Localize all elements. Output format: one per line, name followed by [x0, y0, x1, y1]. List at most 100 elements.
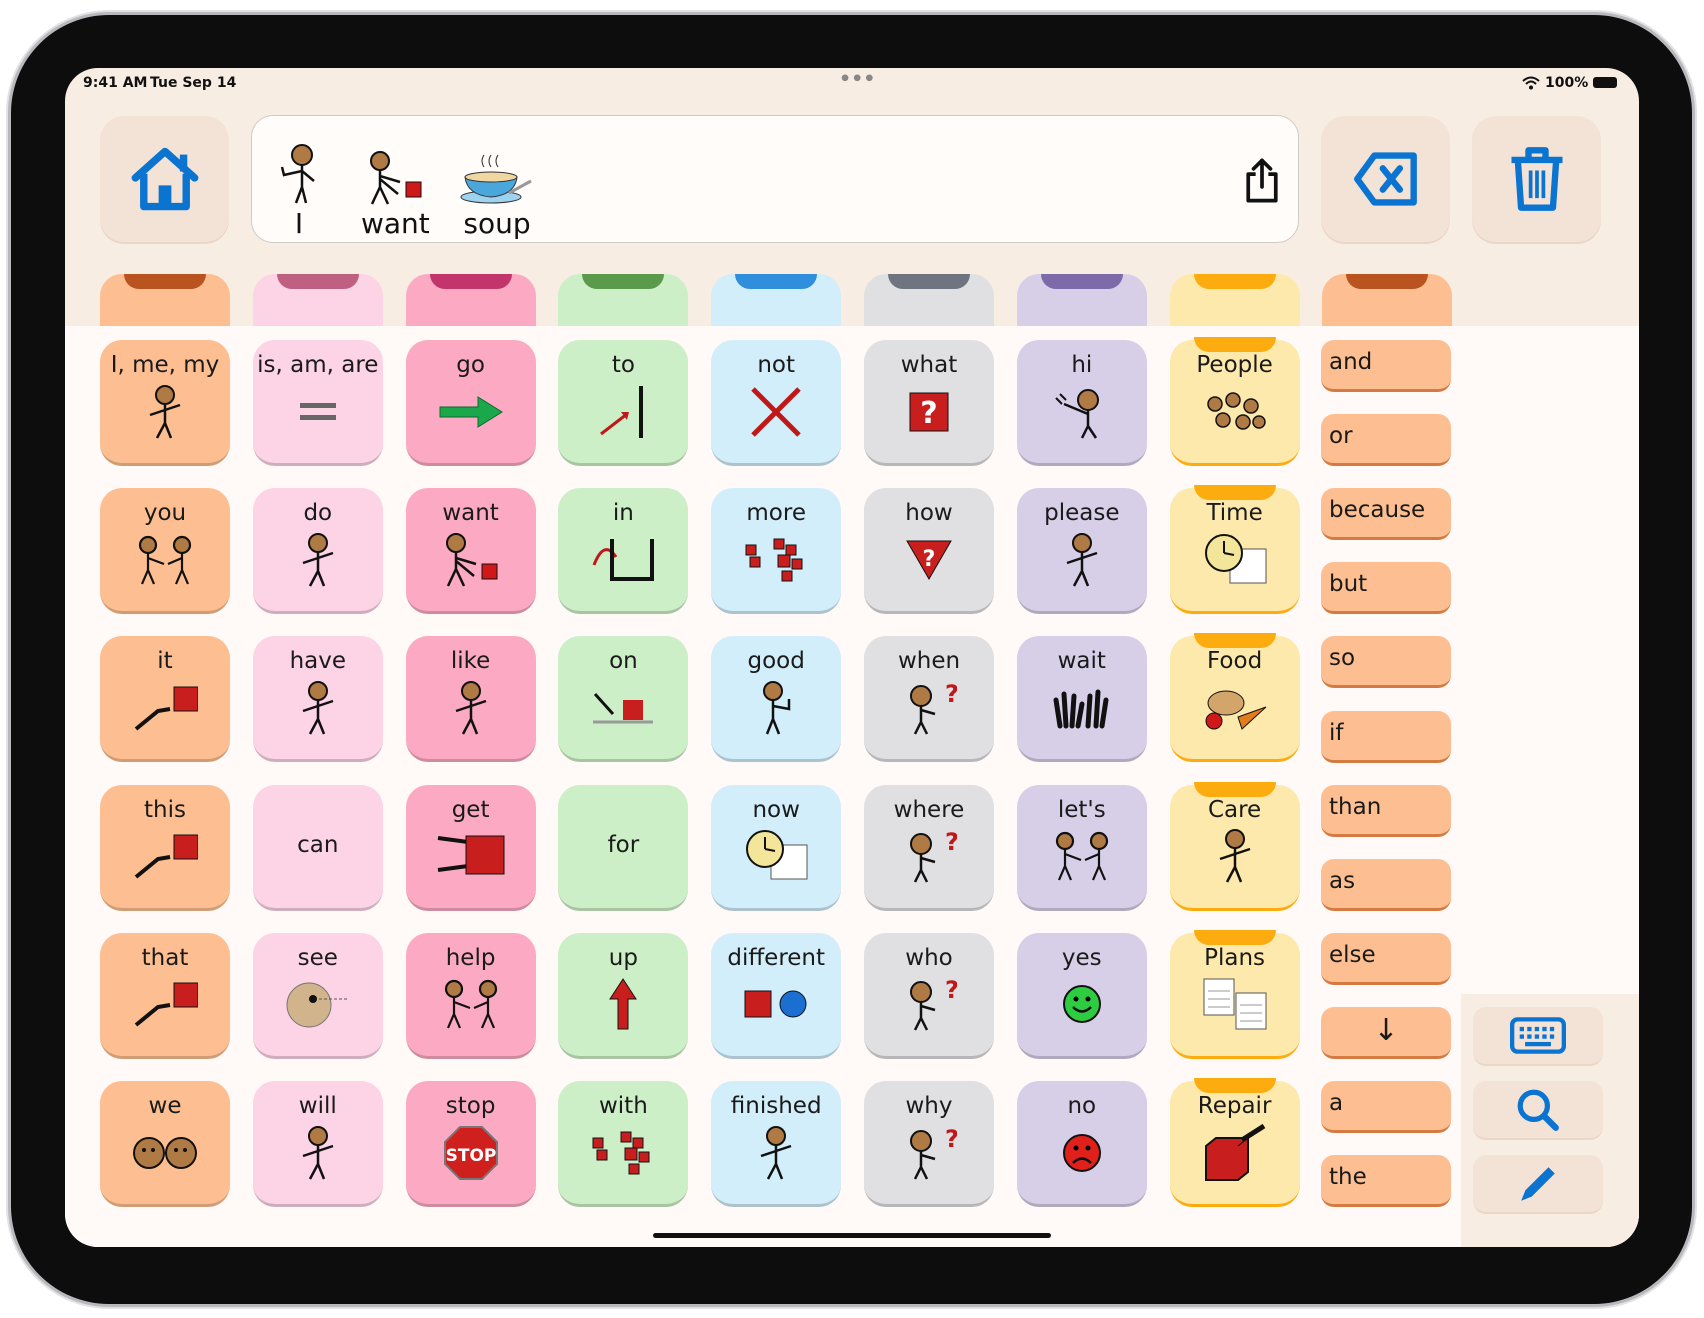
word-tile[interactable]: can [252, 784, 383, 911]
folder-tile[interactable]: Care [1169, 781, 1300, 911]
word-tile[interactable]: not [711, 340, 842, 466]
scroll-down-button[interactable]: ↓ [1321, 1006, 1451, 1059]
word-tile[interactable]: wait [1016, 636, 1147, 763]
category-tab[interactable] [405, 274, 536, 326]
word-tile[interactable]: to [558, 340, 689, 466]
tab-notch [1346, 274, 1429, 289]
word-tile[interactable]: in [558, 488, 689, 615]
share-icon[interactable] [1244, 157, 1280, 204]
category-tab[interactable] [1322, 274, 1453, 326]
person-pointing-self-icon [274, 129, 324, 207]
tile-label: I, me, my [110, 352, 220, 378]
search-button[interactable] [1473, 1081, 1603, 1140]
message-word[interactable]: want [361, 129, 430, 240]
word-tile[interactable]: how? [864, 488, 994, 615]
person-icon [711, 1119, 841, 1186]
category-tab[interactable] [1016, 274, 1147, 326]
tools-panel [1461, 994, 1639, 1247]
word-tile[interactable]: with [558, 1081, 689, 1207]
question-person-icon: ? [864, 971, 994, 1038]
word-button[interactable]: and [1321, 340, 1451, 392]
word-tile[interactable]: will [252, 1081, 383, 1207]
word-tile[interactable]: good [711, 636, 842, 763]
word-tile[interactable]: yes [1016, 932, 1147, 1059]
word-tile[interactable]: stop STOP [405, 1081, 536, 1207]
folder-tile[interactable]: Plans [1169, 929, 1300, 1059]
word-tile[interactable]: we [100, 1081, 230, 1207]
svg-text:STOP: STOP [445, 1146, 496, 1166]
word-button[interactable]: else [1321, 932, 1451, 985]
word-tile[interactable]: for [558, 784, 689, 911]
tile-label: help [445, 944, 496, 971]
tile-label: not [757, 352, 796, 378]
word-tile[interactable]: get [405, 784, 536, 911]
category-tab[interactable] [100, 274, 230, 326]
word-tile[interactable]: why? [864, 1081, 994, 1207]
status-time: 9:41 AM [83, 75, 148, 91]
word-tile[interactable]: what? [864, 340, 994, 466]
word-tile[interactable]: on [558, 636, 689, 763]
word-tile[interactable]: please [1016, 488, 1147, 615]
cross-icon [711, 378, 841, 445]
folder-tile[interactable]: Food [1169, 633, 1300, 763]
message-word[interactable]: soup [459, 129, 535, 240]
tile-label: let's [1057, 796, 1106, 823]
word-button[interactable]: but [1321, 562, 1451, 615]
word-tile[interactable]: now [711, 784, 842, 911]
word-tile[interactable]: up [558, 932, 689, 1059]
search-icon [1517, 1089, 1559, 1131]
word-button[interactable]: as [1321, 858, 1451, 911]
word-tile[interactable]: I, me, my [100, 340, 230, 466]
word-tile[interactable]: no [1016, 1081, 1147, 1207]
category-tab[interactable] [1169, 274, 1300, 326]
word-button[interactable]: the [1321, 1155, 1451, 1208]
word-tile[interactable]: help [405, 932, 536, 1059]
home-button[interactable] [100, 116, 229, 242]
folder-tile[interactable]: Time [1169, 485, 1300, 615]
word-tile[interactable]: more [711, 488, 842, 615]
word-tile[interactable]: this [100, 784, 230, 911]
category-tab[interactable] [252, 274, 383, 326]
word-tile[interactable]: like [405, 636, 536, 763]
word-tile[interactable]: do [252, 488, 383, 615]
folder-tile[interactable]: People [1169, 337, 1300, 466]
word-button[interactable]: because [1321, 488, 1451, 541]
multitask-dots[interactable]: ••• [839, 68, 875, 90]
word-tile[interactable]: different [711, 932, 842, 1059]
blocks-icon [558, 1119, 688, 1186]
word-tile[interactable]: go [405, 340, 536, 466]
word-button[interactable]: if [1321, 710, 1451, 763]
message-word[interactable]: I [274, 129, 324, 240]
word-tile[interactable]: when? [864, 636, 994, 763]
edit-button[interactable] [1473, 1155, 1603, 1214]
tab-notch [124, 274, 206, 289]
word-tile[interactable]: that [100, 932, 230, 1059]
backspace-button[interactable] [1321, 116, 1450, 242]
word-tile[interactable]: it [100, 636, 230, 763]
folder-notch [1193, 781, 1276, 797]
word-tile[interactable]: finished [711, 1081, 842, 1207]
word-tile[interactable]: is, am, are [252, 340, 383, 466]
category-tab[interactable] [558, 274, 689, 326]
category-tab[interactable] [864, 274, 994, 326]
tile-label: have [289, 648, 347, 675]
word-tile[interactable]: who? [864, 932, 994, 1059]
word-tile[interactable]: let's [1016, 784, 1147, 911]
folder-tile[interactable]: Repair [1169, 1078, 1300, 1207]
word-tile[interactable]: see [252, 932, 383, 1059]
clear-button[interactable] [1472, 116, 1601, 242]
word-button[interactable]: so [1321, 636, 1451, 689]
word-tile[interactable]: want [405, 488, 536, 615]
word-tile[interactable]: hi [1016, 340, 1147, 466]
word-button[interactable]: or [1321, 414, 1451, 467]
tile-label: more [746, 500, 806, 527]
word-tile[interactable]: you [100, 488, 230, 615]
word-button[interactable]: than [1321, 784, 1451, 837]
message-bar[interactable]: Iwant soup [251, 115, 1299, 243]
word-button[interactable]: a [1321, 1081, 1451, 1133]
keyboard-button[interactable] [1473, 1007, 1603, 1066]
home-indicator[interactable] [653, 1233, 1051, 1238]
category-tab[interactable] [711, 274, 842, 326]
word-tile[interactable]: have [252, 636, 383, 763]
word-tile[interactable]: where? [864, 784, 994, 911]
